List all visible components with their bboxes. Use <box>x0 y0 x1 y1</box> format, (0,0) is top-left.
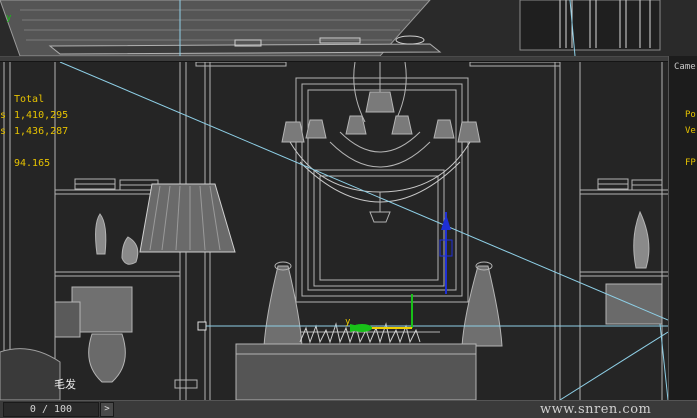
right-fps-label: FP <box>685 158 696 168</box>
right-verts-label: Ve <box>685 126 696 136</box>
top-viewport[interactable]: y <box>0 0 697 56</box>
gizmo-axis-label: y <box>345 317 351 327</box>
viewport-gizmo-icon <box>350 212 453 332</box>
scene-wireframe: y <box>0 62 668 400</box>
object-label-hair: 毛发 <box>54 378 76 391</box>
right-polys-label: Po <box>685 110 696 120</box>
top-axis-label: y <box>6 13 12 23</box>
camera-label: Came <box>674 62 696 72</box>
top-viewport-wireframe: y <box>0 0 661 56</box>
camera-viewport[interactable]: y Total s 1,410,295 s 1,436,287 94.165 毛… <box>0 62 668 400</box>
next-frame-icon[interactable]: > <box>100 402 114 417</box>
camera-viewport-right[interactable]: Came Po Ve FP <box>668 56 697 400</box>
stats-fps-value: 94.165 <box>14 158 51 169</box>
stats-verts-prefix: s <box>0 126 7 137</box>
stats-polys-value: 1,410,295 <box>14 110 69 121</box>
stats-polys-prefix: s <box>0 110 7 121</box>
stats-total-label: Total <box>14 94 45 105</box>
watermark: www.snren.com <box>540 402 652 417</box>
stats-verts-value: 1,436,287 <box>14 126 69 137</box>
frame-counter[interactable]: 0 / 100 <box>3 402 99 417</box>
